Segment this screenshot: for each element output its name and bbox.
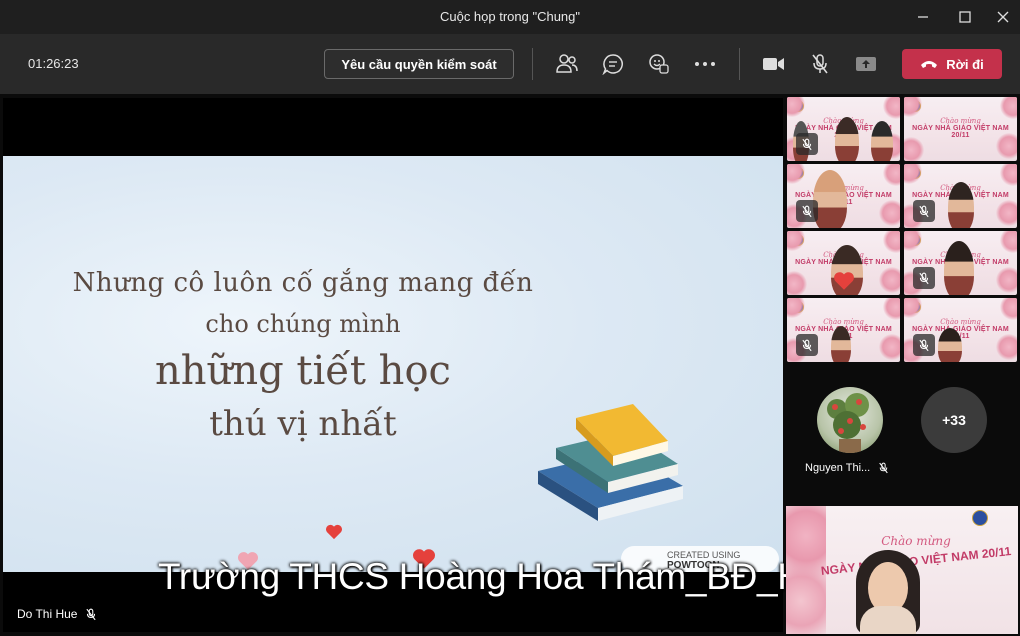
hang-up-icon: [921, 61, 938, 68]
participant-person: [948, 182, 974, 228]
toolbar-divider: [739, 48, 740, 80]
flower-decoration: [904, 137, 924, 161]
mic-muted-icon[interactable]: [806, 50, 834, 78]
selfview-greeting: Chào mừng: [881, 534, 951, 548]
title-bar: Cuộc họp trong "Chung": [0, 0, 1020, 34]
participant-tile[interactable]: Chào mừngNGÀY NHÀ GIÁO VIỆT NAM 20/11: [787, 298, 900, 362]
presenter-label: Do Thi Hue: [17, 607, 97, 621]
participant-tile[interactable]: Chào mừngNGÀY NHÀ GIÁO VIỆT NAM 20/11: [787, 164, 900, 228]
share-tray-icon[interactable]: [852, 50, 880, 78]
person-shoulders: [860, 606, 916, 634]
more-icon[interactable]: [691, 50, 719, 78]
tile-greeting: Chào mừng: [823, 318, 864, 326]
heart-reaction-icon: [834, 272, 854, 290]
participant-tile[interactable]: Chào mừngNGÀY NHÀ GIÁO VIỆT NAM 20/11: [787, 97, 900, 161]
mic-muted-icon: [796, 334, 818, 356]
more-participants-button[interactable]: +33: [921, 387, 987, 453]
maximize-icon[interactable]: [949, 4, 981, 30]
presenter-name: Do Thi Hue: [17, 607, 78, 621]
participant-person: [813, 170, 847, 228]
mic-muted-icon: [879, 462, 888, 474]
participant-tile[interactable]: Chào mừngNGÀY NHÀ GIÁO VIỆT NAM 20/11: [904, 298, 1017, 362]
tile-greeting: Chào mừng: [940, 318, 981, 326]
participant-person: [938, 328, 962, 362]
participant-tile[interactable]: Chào mừngNGÀY NHÀ GIÁO VIỆT NAM 20/11: [787, 231, 900, 295]
mic-muted-icon: [913, 267, 935, 289]
flower-decoration: [883, 164, 900, 186]
flower-decoration: [883, 97, 900, 119]
flower-decoration: [787, 164, 805, 184]
flower-decoration: [787, 271, 807, 295]
overlay-caption: Trường THCS Hoàng Hoa Thám_BĐ_HN: [158, 556, 831, 597]
self-view-video[interactable]: Chào mừng NGÀY NHÀ GIÁO VIỆT NAM 20/11: [786, 506, 1018, 634]
tile-title: NGÀY NHÀ GIÁO VIỆT NAM 20/11: [912, 125, 1009, 139]
participant-label: Nguyen Thi...: [805, 462, 889, 474]
slide-line-1: Nhưng cô luôn cố gắng mang đến: [72, 268, 534, 298]
participant-avatar[interactable]: [817, 387, 883, 453]
school-logo: [972, 510, 988, 526]
tile-greeting: Chào mừng: [940, 117, 981, 125]
mic-muted-icon: [913, 334, 935, 356]
books-illustration: [538, 404, 683, 521]
reactions-icon[interactable]: [645, 50, 673, 78]
flower-decoration: [904, 164, 922, 184]
meeting-timer: 01:26:23: [28, 56, 79, 71]
presentation-slide: Nhưng cô luôn cố gắng mang đến cho chúng…: [3, 156, 783, 572]
toolbar-divider: [532, 48, 533, 80]
camera-icon[interactable]: [760, 50, 788, 78]
slide-line-4: thú vị nhất: [209, 404, 397, 444]
mic-muted-icon: [796, 133, 818, 155]
mic-muted-icon: [796, 200, 818, 222]
flower-decoration: [787, 97, 805, 117]
participant-person: [871, 121, 893, 161]
flower-decoration: [904, 298, 922, 318]
slide-line-3: những tiết học: [155, 348, 451, 394]
plant-photo: [827, 393, 869, 453]
tile-banner: Chào mừngNGÀY NHÀ GIÁO VIỆT NAM 20/11: [910, 117, 1011, 139]
flower-decoration: [1000, 298, 1017, 320]
participant-person: [831, 326, 851, 362]
flower-decoration: [883, 231, 900, 253]
minimize-icon[interactable]: [907, 4, 939, 30]
heart-icon: [326, 524, 342, 540]
participant-tile[interactable]: Chào mừngNGÀY NHÀ GIÁO VIỆT NAM 20/11: [904, 164, 1017, 228]
participant-person: [835, 117, 859, 161]
people-icon[interactable]: [553, 50, 581, 78]
flower-decoration: [1000, 97, 1017, 119]
flower-decoration: [1000, 164, 1017, 186]
shared-screen: Nhưng cô luôn cố gắng mang đến cho chúng…: [3, 98, 830, 632]
window-title: Cuộc họp trong "Chung": [439, 9, 581, 24]
flower-decoration: [883, 298, 900, 320]
leave-label: Rời đi: [946, 56, 984, 72]
flower-decoration: [904, 97, 922, 117]
request-control-button[interactable]: Yêu cầu quyền kiểm soát: [324, 49, 514, 79]
flower-decoration: [787, 231, 805, 251]
flower-decoration: [904, 231, 922, 251]
mic-muted-icon: [913, 200, 935, 222]
flower-decoration: [787, 298, 805, 318]
participant-person: [944, 241, 974, 295]
slide-line-2: cho chúng mình: [205, 310, 401, 338]
close-icon[interactable]: [987, 4, 1019, 30]
participant-name: Nguyen Thi...: [805, 462, 871, 474]
chat-icon[interactable]: [599, 50, 627, 78]
participant-tile[interactable]: Chào mừngNGÀY NHÀ GIÁO VIỆT NAM 20/11: [904, 97, 1017, 161]
participant-tile[interactable]: Chào mừngNGÀY NHÀ GIÁO VIỆT NAM 20/11: [904, 231, 1017, 295]
mic-muted-icon: [86, 608, 97, 620]
leave-button[interactable]: Rời đi: [902, 49, 1002, 79]
flower-decoration: [1000, 231, 1017, 253]
meeting-toolbar: 01:26:23 Yêu cầu quyền kiểm soát Rời đi: [0, 34, 1020, 94]
